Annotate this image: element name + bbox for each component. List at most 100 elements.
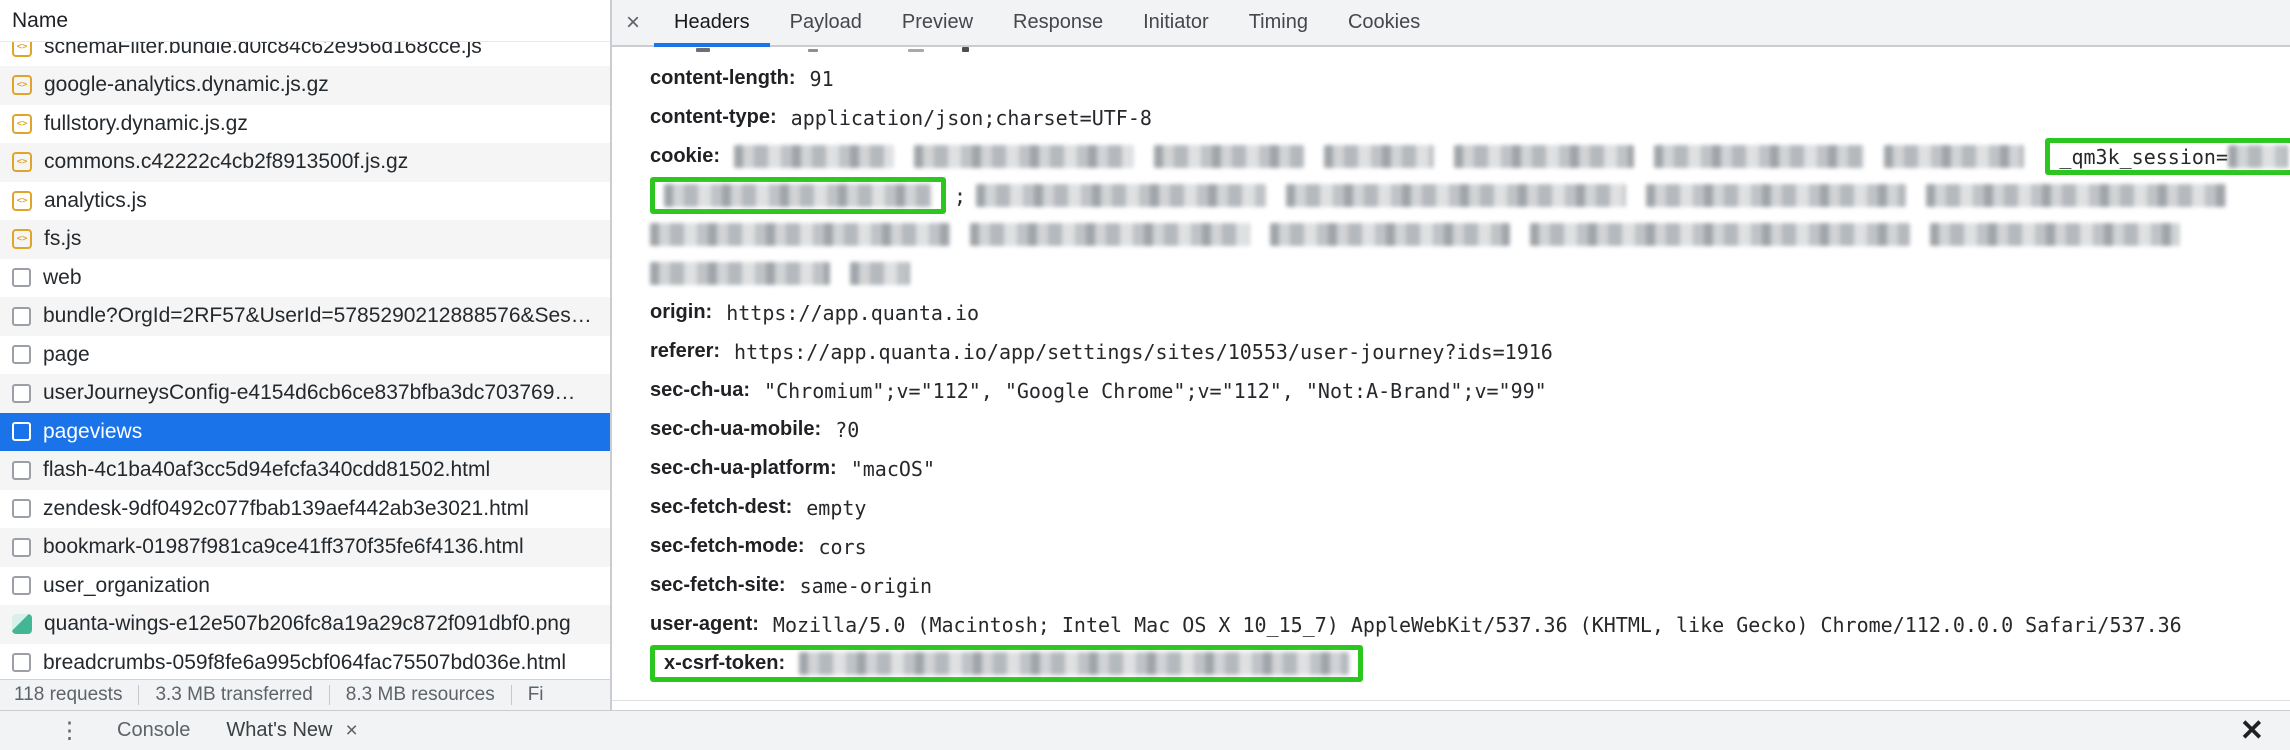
request-name: commons.c42222c4cb2f8913500f.js.gz [44, 150, 408, 174]
request-row[interactable]: quanta-wings-e12e507b206fc8a19a29c872f09… [0, 605, 610, 644]
close-detail-icon[interactable]: × [612, 0, 654, 45]
tab-payload[interactable]: Payload [770, 0, 882, 45]
request-row[interactable]: web [0, 259, 610, 298]
image-icon [12, 614, 32, 634]
request-name: userJourneysConfig-e4154d6cb6ce837bfba3d… [43, 381, 575, 405]
request-row[interactable]: <>analytics.js [0, 182, 610, 221]
tab-response[interactable]: Response [993, 0, 1123, 45]
header-name: sec-fetch-mode: [650, 535, 804, 558]
request-row[interactable]: <>fullstory.dynamic.js.gz [0, 105, 610, 144]
redacted-blur [650, 223, 950, 246]
header-row: referer: https://app.quanta.io/app/settin… [650, 332, 2290, 371]
redacted-blur [850, 262, 910, 285]
devtools-drawer: ⋮ Console What's New × ✕ [0, 710, 2290, 750]
request-row[interactable]: <>schemaFilter.bundle.d0fc84c62e956d168c… [0, 42, 610, 66]
tab-initiator[interactable]: Initiator [1123, 0, 1229, 45]
tab-cookies[interactable]: Cookies [1328, 0, 1440, 45]
square-icon [12, 653, 31, 672]
request-row[interactable]: bundle?OrgId=2RF57&UserId=57852902128885… [0, 297, 610, 336]
detail-tabs: HeadersPayloadPreviewResponseInitiatorTi… [654, 0, 1440, 45]
redacted-blur [2228, 145, 2288, 168]
header-row [650, 254, 2290, 293]
redacted-blur [650, 262, 830, 285]
redacted-blur [1930, 223, 2180, 246]
header-name: x-csrf-token: [664, 652, 785, 675]
square-icon [12, 345, 31, 364]
header-row: sec-fetch-mode:cors [650, 527, 2290, 566]
drawer-menu-icon[interactable]: ⋮ [58, 717, 81, 744]
drawer-tab-console[interactable]: Console [117, 719, 190, 742]
request-name: pageviews [43, 420, 142, 444]
header-value: "macOS" [851, 457, 935, 481]
script-icon: <> [12, 42, 32, 57]
request-name: breadcrumbs-059f8fe6a995cbf064fac75507bd… [43, 651, 566, 675]
request-name: fs.js [44, 227, 81, 251]
header-name: sec-ch-ua-mobile: [650, 418, 821, 441]
header-value: same-origin [800, 574, 932, 598]
request-row[interactable]: <> commons.c42222c4cb2f8913500f.js.gz [0, 143, 610, 182]
header-name: origin: [650, 301, 712, 324]
highlight-box: _qm3k_session= [2045, 138, 2290, 175]
request-row[interactable]: page [0, 336, 610, 375]
name-column-header[interactable]: Name [0, 0, 610, 42]
header-value: https://app.quanta.io/app/settings/sites… [734, 340, 1553, 364]
script-icon: <> [12, 229, 32, 249]
request-name: zendesk-9df0492c077fbab139aef442ab3e3021… [43, 497, 529, 521]
header-row: origin:https://app.quanta.io [650, 293, 2290, 332]
request-row[interactable]: flash-4c1ba40af3cc5d94efcfa340cdd81502.h… [0, 451, 610, 490]
square-icon [12, 268, 31, 287]
request-name: web [43, 266, 82, 290]
request-row[interactable]: userJourneysConfig-e4154d6cb6ce837bfba3d… [0, 374, 610, 413]
request-headers-list: content-length: 91 content-type: applicatio… [612, 47, 2290, 683]
request-row[interactable]: <> fs.js [0, 220, 610, 259]
whats-new-close-icon[interactable]: × [345, 719, 357, 743]
redacted-blur [664, 184, 932, 207]
header-row: sec-ch-ua-mobile: ?0 [650, 410, 2290, 449]
header-name: sec-ch-ua: [650, 379, 750, 402]
script-icon: <> [12, 152, 32, 172]
header-row: content-type: application/json;charset=UT… [650, 98, 2290, 137]
tab-timing[interactable]: Timing [1229, 0, 1328, 45]
status-item: Fi [512, 685, 560, 705]
request-row[interactable]: breadcrumbs-059f8fe6a995cbf064fac75507bd… [0, 644, 610, 679]
header-name: referer: [650, 340, 720, 363]
highlight-box [650, 177, 946, 214]
tab-headers[interactable]: Headers [654, 0, 770, 45]
request-row[interactable]: pageviews [0, 413, 610, 452]
request-row[interactable]: <>google-analytics.dynamic.js.gz [0, 66, 610, 105]
header-row: ; [650, 176, 2290, 215]
header-name: cookie: [650, 145, 720, 168]
redacted-blur [1286, 184, 1626, 207]
cookie-session-key: _qm3k_session= [2059, 145, 2228, 169]
status-item: 118 requests [0, 685, 139, 705]
square-icon [12, 576, 31, 595]
request-list: <>schemaFilter.bundle.d0fc84c62e956d168c… [0, 42, 610, 678]
drawer-tab-whats-new[interactable]: What's New [226, 719, 332, 742]
request-row[interactable]: bookmark-01987f981ca9ce41ff370f35fe6f413… [0, 528, 610, 567]
redacted-blur [1926, 184, 2226, 207]
redacted-blur [1454, 145, 1634, 168]
redacted-blur [970, 223, 1250, 246]
request-row[interactable]: user_organization [0, 567, 610, 606]
tab-preview[interactable]: Preview [882, 0, 993, 45]
redacted-blur [1646, 184, 1906, 207]
header-name: content-type: [650, 106, 777, 129]
header-value: ?0 [835, 418, 859, 442]
header-name: content-length: [650, 67, 796, 90]
redacted-blur [1884, 145, 2024, 168]
redacted-blur [914, 145, 1134, 168]
request-name: google-analytics.dynamic.js.gz [44, 73, 329, 97]
header-name: user-agent: [650, 613, 759, 636]
header-name: sec-fetch-dest: [650, 496, 792, 519]
header-value: application/json;charset=UTF-8 [791, 106, 1152, 130]
request-name: bundle?OrgId=2RF57&UserId=57852902128885… [43, 304, 592, 328]
header-value: 91 [810, 67, 834, 91]
redacted-blur [976, 184, 1266, 207]
drawer-close-icon[interactable]: ✕ [2240, 713, 2264, 748]
square-icon [12, 461, 31, 480]
request-row[interactable]: zendesk-9df0492c077fbab139aef442ab3e3021… [0, 490, 610, 529]
script-icon: <> [12, 114, 32, 134]
square-icon [12, 384, 31, 403]
script-icon: <> [12, 191, 32, 211]
header-row: content-length: 91 [650, 59, 2290, 98]
